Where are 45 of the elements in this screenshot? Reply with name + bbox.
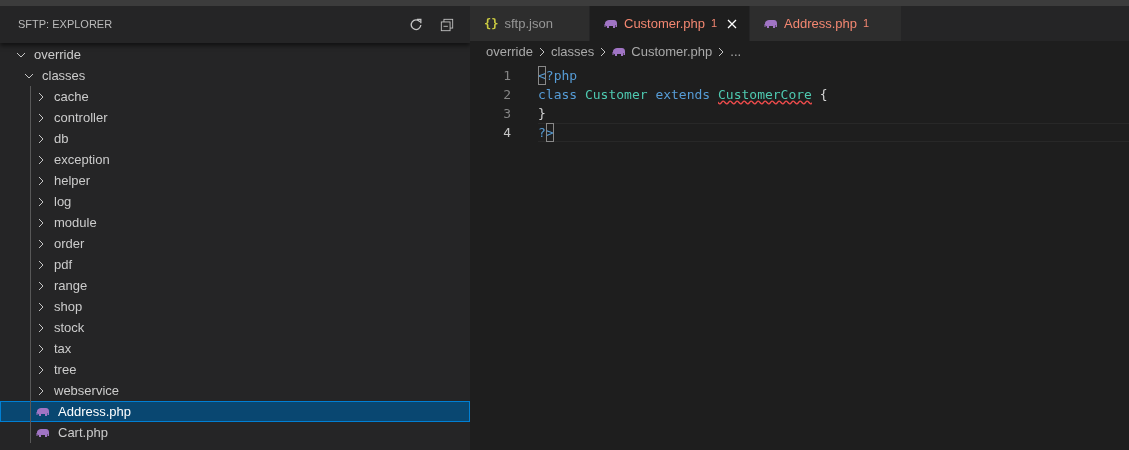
breadcrumb-item[interactable]: ... — [730, 42, 742, 62]
tree-item[interactable]: Address.php — [0, 401, 470, 422]
code-line: } — [538, 104, 547, 123]
tree-item[interactable]: controller — [0, 107, 470, 128]
tree-item[interactable]: cache — [0, 86, 470, 107]
editor-tab[interactable]: Address.php 1 — [750, 6, 903, 41]
collapse-all-icon[interactable] — [440, 17, 454, 32]
tree-item[interactable]: db — [0, 128, 470, 149]
problem-count: 1 — [863, 16, 870, 32]
line-number: 1 — [502, 66, 511, 85]
editor-tab[interactable]: {} sftp.json — [470, 6, 590, 41]
tree-item[interactable]: Cart.php — [0, 422, 470, 443]
tree-item[interactable]: webservice — [0, 380, 470, 401]
elephant-file-icon — [36, 406, 50, 417]
tree-item[interactable]: classes — [0, 65, 470, 86]
tree-item[interactable]: log — [0, 191, 470, 212]
tree-item[interactable]: pdf — [0, 254, 470, 275]
tree-item[interactable]: module — [0, 212, 470, 233]
code-line: class Customer extends CustomerCore { — [538, 85, 829, 104]
tree-item[interactable]: tax — [0, 338, 470, 359]
tree-item[interactable]: order — [0, 233, 470, 254]
tree-item[interactable]: exception — [0, 149, 470, 170]
tree-item[interactable]: tree — [0, 359, 470, 380]
elephant-file-icon — [612, 47, 627, 57]
tree-item[interactable]: helper — [0, 170, 470, 191]
elephant-file-icon — [604, 18, 618, 29]
line-number: 4 — [502, 123, 511, 142]
line-number: 2 — [502, 85, 511, 104]
json-file-icon: {} — [484, 14, 499, 33]
tree-item[interactable]: range — [0, 275, 470, 296]
elephant-file-icon — [764, 18, 779, 29]
line-number: 3 — [502, 104, 511, 123]
problem-count: 1 — [710, 16, 718, 32]
breadcrumb-item[interactable]: classes — [550, 42, 595, 62]
breadcrumb-item[interactable]: override — [486, 42, 533, 62]
refresh-icon[interactable] — [409, 17, 423, 32]
tree-item[interactable]: override — [0, 44, 470, 65]
elephant-file-icon — [36, 427, 50, 438]
panel-title: SFTP: EXPLORER — [18, 17, 114, 33]
close-icon[interactable] — [727, 18, 738, 29]
breadcrumb-item[interactable]: Customer.php — [612, 42, 713, 62]
tree-item[interactable]: stock — [0, 317, 470, 338]
editor-tab[interactable]: Customer.php 1 — [590, 6, 751, 41]
code-line: <?php — [538, 66, 1129, 85]
tree-item[interactable]: shop — [0, 296, 470, 317]
